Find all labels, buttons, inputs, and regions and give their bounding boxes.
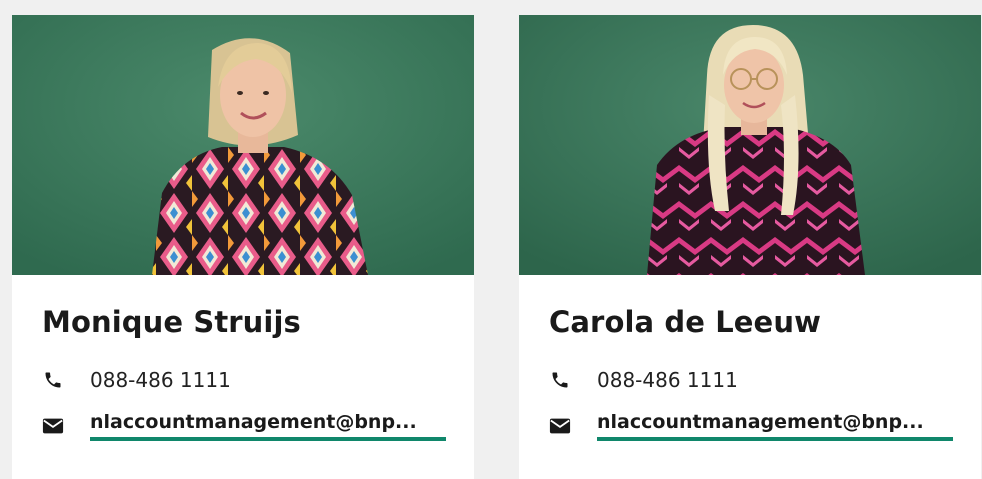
- contact-email-link[interactable]: nlaccountmanagement@bnp...: [90, 411, 446, 441]
- phone-icon: [42, 369, 64, 391]
- contact-name: Monique Struijs: [42, 305, 301, 339]
- contact-phone-row[interactable]: 088-486 1111: [549, 368, 738, 392]
- contact-photo: [519, 15, 981, 275]
- contact-email-link[interactable]: nlaccountmanagement@bnp...: [597, 411, 953, 441]
- contact-name: Carola de Leeuw: [549, 305, 821, 339]
- contact-phone-row[interactable]: 088-486 1111: [42, 368, 231, 392]
- contact-card-grid: Monique Struijs 088-486 1111 nlaccountma…: [0, 0, 982, 479]
- contact-phone-number[interactable]: 088-486 1111: [597, 368, 738, 392]
- envelope-icon: [42, 415, 64, 437]
- contact-card: Monique Struijs 088-486 1111 nlaccountma…: [12, 15, 474, 479]
- envelope-icon: [549, 415, 571, 437]
- contact-phone-number[interactable]: 088-486 1111: [90, 368, 231, 392]
- contact-card: Carola de Leeuw 088-486 1111 nlaccountma…: [519, 15, 981, 479]
- contact-email-row[interactable]: nlaccountmanagement@bnp...: [549, 411, 953, 441]
- contact-email-row[interactable]: nlaccountmanagement@bnp...: [42, 411, 446, 441]
- phone-icon: [549, 369, 571, 391]
- contact-photo: [12, 15, 474, 275]
